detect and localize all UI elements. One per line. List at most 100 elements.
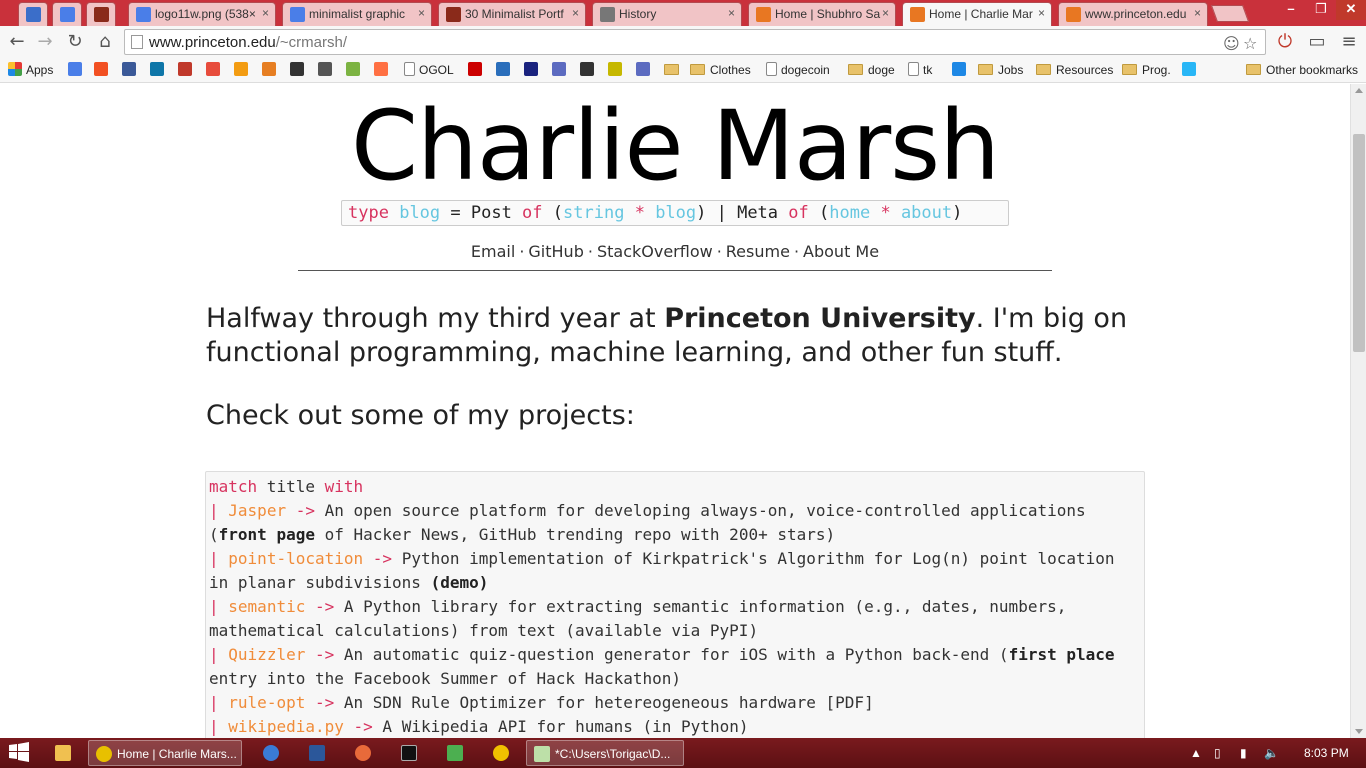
minimize-button[interactable]: – <box>1276 0 1306 20</box>
nav-link-github[interactable]: GitHub <box>528 242 583 261</box>
project-link[interactable]: Quizzler <box>228 645 305 664</box>
maximize-button[interactable]: ❐ <box>1306 0 1336 20</box>
bookmark-icon-item[interactable] <box>374 62 392 79</box>
browser-tab[interactable]: History × <box>592 2 742 26</box>
nav-separator: · <box>587 242 593 261</box>
bookmark-icon-item[interactable] <box>608 62 626 79</box>
bookmark-icon-item[interactable] <box>496 62 514 79</box>
close-tab-icon[interactable]: × <box>418 6 425 20</box>
nav-link-about-me[interactable]: About Me <box>803 242 879 261</box>
browser-tab[interactable] <box>18 2 48 26</box>
bookmark-icon-item[interactable] <box>150 62 168 79</box>
close-tab-icon[interactable]: × <box>728 6 735 20</box>
close-tab-icon[interactable]: × <box>882 6 889 20</box>
bookmark-icon-item[interactable] <box>468 62 486 79</box>
bookmark-icon-item[interactable] <box>664 62 684 79</box>
bookmark-icon-item[interactable] <box>68 62 86 79</box>
project-highlight[interactable]: first place <box>1009 645 1115 664</box>
bookmark-icon-item[interactable] <box>952 62 970 79</box>
bookmark-icon-item[interactable] <box>206 62 224 79</box>
type-sig-token: * <box>634 203 645 223</box>
project-highlight[interactable]: front page <box>219 525 315 544</box>
scroll-up-icon[interactable] <box>1355 88 1363 93</box>
explorer-taskbar-icon[interactable] <box>48 740 84 766</box>
browser-tab[interactable] <box>52 2 82 26</box>
type-sig-token <box>870 203 880 223</box>
bookmark-icon-item[interactable] <box>290 62 308 79</box>
project-link[interactable]: Jasper <box>228 501 286 520</box>
browser-tab[interactable]: www.princeton.edu × <box>1058 2 1208 26</box>
bookmark-icon-item[interactable] <box>122 62 140 79</box>
bookmark-ogol[interactable]: OGOL <box>404 62 454 79</box>
bookmark-icon-item[interactable] <box>552 62 570 79</box>
project-link[interactable]: semantic <box>228 597 305 616</box>
project-link[interactable]: wikipedia.py <box>228 717 344 736</box>
project-link[interactable]: point-location <box>228 549 363 568</box>
cast-icon[interactable]: ▭ <box>1306 31 1328 53</box>
url-text[interactable]: www.princeton.edu/~crmarsh/ <box>149 34 347 51</box>
forward-icon[interactable]: → <box>34 31 56 53</box>
bookmark-other-bookmarks[interactable]: Other bookmarks <box>1246 62 1358 79</box>
scrollbar-thumb[interactable] <box>1353 134 1365 352</box>
browser-tab[interactable] <box>86 2 116 26</box>
bookmark-icon-item[interactable] <box>580 62 598 79</box>
nav-link-resume[interactable]: Resume <box>726 242 790 261</box>
back-icon[interactable]: ← <box>6 31 28 53</box>
bookmark-resources[interactable]: Resources <box>1036 62 1113 79</box>
word-taskbar-icon[interactable] <box>302 740 338 766</box>
home-icon[interactable]: ⌂ <box>94 31 116 53</box>
bookmark-prog[interactable]: Prog. <box>1122 62 1171 79</box>
signal-icon[interactable]: ▮ <box>1240 738 1247 768</box>
tray-device-icon[interactable]: ▯ <box>1214 738 1221 768</box>
bookmark-dogecoin[interactable]: dogecoin <box>766 62 830 79</box>
close-tab-icon[interactable]: × <box>1194 6 1201 20</box>
nav-link-email[interactable]: Email <box>471 242 515 261</box>
project-link[interactable]: rule-opt <box>228 693 305 712</box>
new-tab-button[interactable] <box>1210 5 1250 22</box>
bookmark-icon-item[interactable] <box>1182 62 1200 79</box>
bookmark-jobs[interactable]: Jobs <box>978 62 1023 79</box>
close-window-button[interactable]: ✕ <box>1336 0 1366 20</box>
address-bar[interactable]: www.princeton.edu/~crmarsh/ ☺ ☆ <box>124 29 1266 55</box>
close-tab-icon[interactable]: × <box>262 6 269 20</box>
bookmark-icon-item[interactable] <box>318 62 336 79</box>
taskbar-window[interactable]: *C:\Users\Torigac\D... <box>526 740 684 766</box>
bookmark-clothes[interactable]: Clothes <box>690 62 751 79</box>
bookmark-icon-item[interactable] <box>178 62 196 79</box>
bookmark-apps[interactable]: Apps <box>8 62 53 79</box>
bookmark-icon-item[interactable] <box>94 62 112 79</box>
start-button[interactable] <box>8 742 32 764</box>
app-taskbar-icon[interactable] <box>348 740 384 766</box>
bookmark-star-icon[interactable]: ☆ <box>1243 34 1257 53</box>
close-tab-icon[interactable]: × <box>572 6 579 20</box>
extension-reddit-icon[interactable]: ☺ <box>1223 34 1240 53</box>
clock[interactable]: 8:03 PM <box>1304 738 1349 768</box>
reload-icon[interactable]: ↻ <box>64 31 86 53</box>
tray-up-icon[interactable]: ▲ <box>1190 738 1202 768</box>
chrome-alt-taskbar-icon[interactable] <box>486 740 522 766</box>
bookmark-tk[interactable]: tk <box>908 62 932 79</box>
browser-tab[interactable]: 30 Minimalist Portf × <box>438 2 586 26</box>
bookmark-icon-item[interactable] <box>524 62 542 79</box>
close-tab-icon[interactable]: × <box>1038 6 1045 20</box>
bookmark-doge[interactable]: doge <box>848 62 895 79</box>
network-taskbar-icon[interactable] <box>440 740 476 766</box>
bookmark-icon-item[interactable] <box>346 62 364 79</box>
browser-tab[interactable]: Home | Shubhro Sa × <box>748 2 896 26</box>
bookmark-icon-item[interactable] <box>262 62 280 79</box>
vertical-scrollbar[interactable] <box>1350 84 1366 738</box>
taskbar-window[interactable]: Home | Charlie Mars... <box>88 740 242 766</box>
browser-tab[interactable]: logo11w.png (538× × <box>128 2 276 26</box>
scroll-down-icon[interactable] <box>1355 729 1363 734</box>
bookmark-icon-item[interactable] <box>234 62 252 79</box>
adblock-icon[interactable]: ⏻ <box>1274 31 1296 53</box>
project-highlight[interactable]: (demo) <box>431 573 489 592</box>
media-taskbar-icon[interactable] <box>256 740 292 766</box>
nav-link-stackoverflow[interactable]: StackOverflow <box>597 242 713 261</box>
cmd-taskbar-icon[interactable] <box>394 740 430 766</box>
bookmark-icon-item[interactable] <box>636 62 654 79</box>
browser-tab[interactable]: Home | Charlie Mar × <box>902 2 1052 27</box>
menu-icon[interactable]: ≡ <box>1338 31 1360 53</box>
volume-icon[interactable]: 🔈 <box>1264 738 1279 768</box>
browser-tab[interactable]: minimalist graphic × <box>282 2 432 26</box>
